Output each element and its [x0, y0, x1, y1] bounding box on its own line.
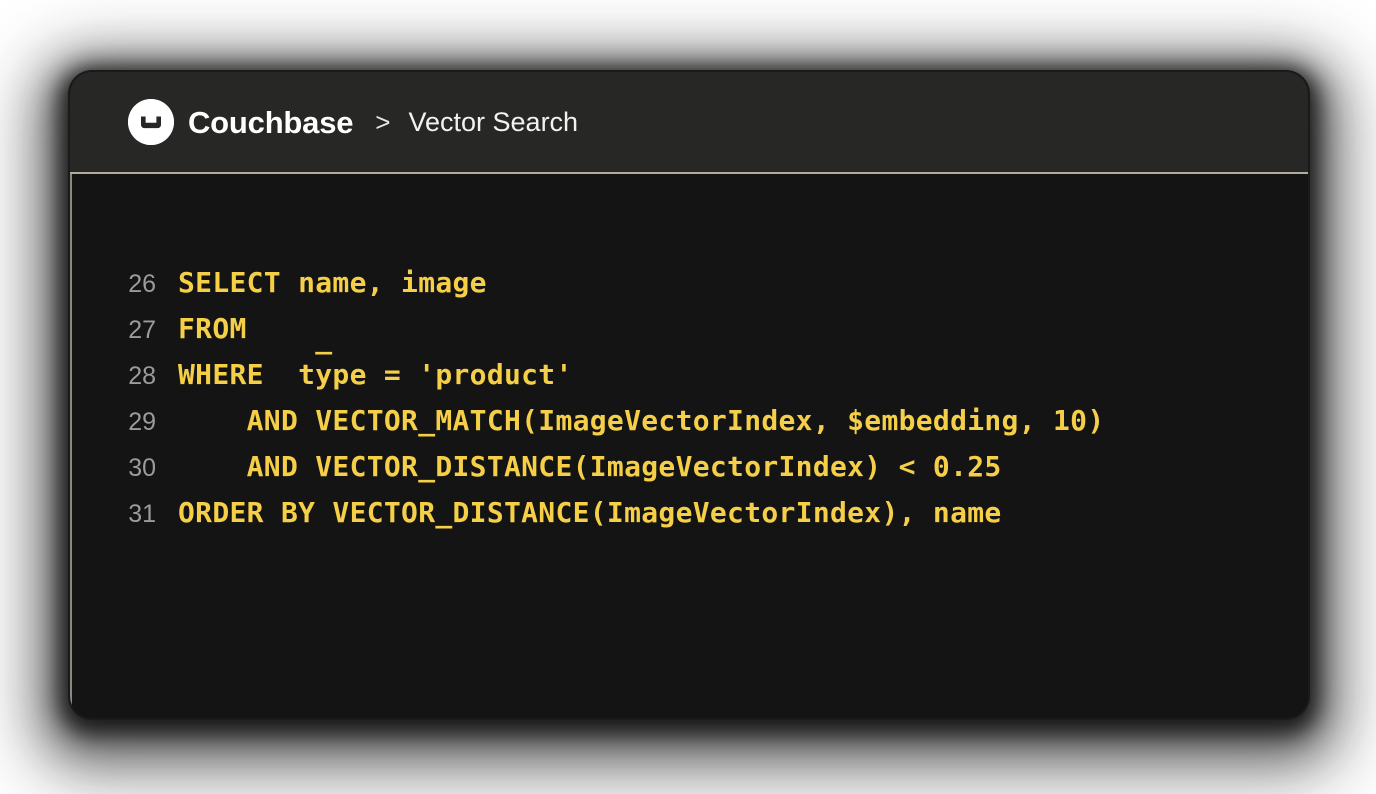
breadcrumb-separator-icon: >: [375, 107, 391, 137]
breadcrumb-current-page: Vector Search: [408, 106, 579, 137]
line-content: AND VECTOR_MATCH(ImageVectorIndex, $embe…: [178, 404, 1105, 437]
line-content-spacer: [247, 306, 316, 352]
code-line: 26 SELECT name, image: [94, 260, 1308, 306]
code-line: 27 FROM _: [94, 306, 1308, 355]
line-content: AND VECTOR_DISTANCE(ImageVectorIndex) < …: [178, 450, 1002, 483]
line-number: 28: [128, 362, 156, 390]
brand-label: Couchbase: [188, 104, 354, 140]
couchbase-query-window: Couchbase > Vector Search 26 SELECT name…: [70, 72, 1308, 718]
line-content: FROM: [178, 312, 247, 345]
line-number: 29: [128, 408, 156, 436]
line-number: 26: [128, 270, 156, 298]
line-content: ORDER BY VECTOR_DISTANCE(ImageVectorInde…: [178, 496, 1002, 529]
line-number: 30: [128, 454, 156, 482]
line-content: SELECT name, image: [178, 266, 487, 299]
line-number: 31: [128, 500, 156, 528]
text-cursor: _: [315, 322, 333, 355]
code-line: 30 AND VECTOR_DISTANCE(ImageVectorIndex)…: [94, 444, 1308, 490]
line-content: WHERE type = 'product': [178, 358, 573, 391]
sql-editor[interactable]: 26 SELECT name, image 27 FROM _ 28 WHERE…: [70, 174, 1308, 716]
code-line: 28 WHERE type = 'product': [94, 352, 1308, 398]
screenshot-canvas: Couchbase > Vector Search 26 SELECT name…: [0, 0, 1376, 794]
line-number: 27: [128, 316, 156, 344]
window-titlebar: Couchbase > Vector Search: [70, 72, 1308, 174]
breadcrumb: Couchbase > Vector Search: [128, 99, 578, 145]
couchbase-logo-icon: [128, 99, 174, 145]
code-line: 31 ORDER BY VECTOR_DISTANCE(ImageVectorI…: [94, 490, 1308, 536]
code-line: 29 AND VECTOR_MATCH(ImageVectorIndex, $e…: [94, 398, 1308, 444]
